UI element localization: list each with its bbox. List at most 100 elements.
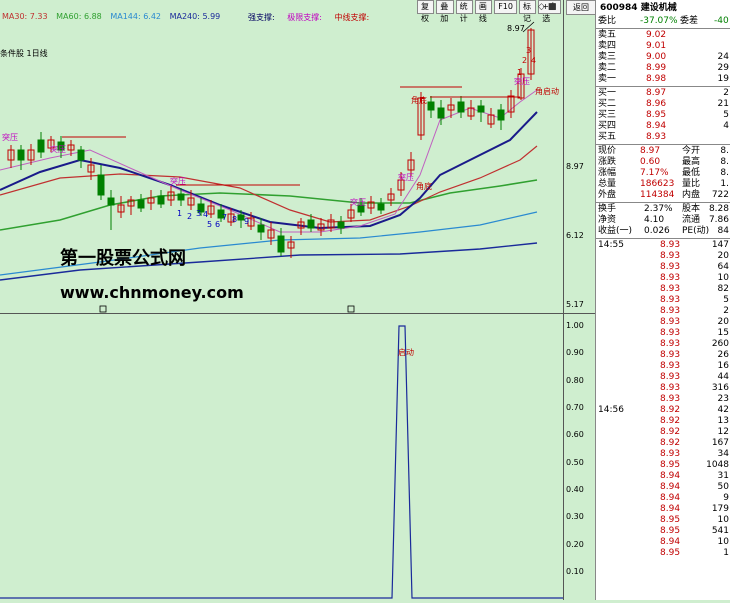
jiaodi-label-2: 角底 — [411, 96, 427, 105]
order-price: 8.95 — [646, 110, 667, 120]
indicator-start-label: 启动 — [398, 348, 414, 357]
order-label: 卖五 — [598, 30, 617, 40]
tick-volume: 20 — [717, 251, 729, 261]
stat-label-2: 内盘 — [682, 190, 701, 200]
divider — [596, 238, 730, 239]
stat-label-2: 股本 — [682, 204, 701, 214]
tick-row: 8.93 82 — [596, 284, 730, 295]
stat-value-2: 8. — [720, 157, 729, 167]
stat-value: 8.97 — [640, 146, 661, 156]
ma30-label: MA30: 7.33 — [2, 12, 48, 21]
stat-label: 现价 — [598, 146, 617, 156]
tick-row: 8.95 10 — [596, 515, 730, 526]
tick-volume: 13 — [717, 416, 729, 426]
tick-volume: 1 — [723, 548, 729, 558]
order-label: 卖一 — [598, 74, 617, 84]
stat-row: 涨跌 0.60 最高 8. — [596, 157, 730, 168]
tick-row: 8.93 15 — [596, 328, 730, 339]
order-price: 9.02 — [646, 30, 667, 40]
toolbar-draw-button[interactable]: 画线 — [474, 0, 493, 23]
tick-row: 8.94 31 — [596, 471, 730, 482]
tick-row: 8.93 260 — [596, 339, 730, 350]
tick-list[interactable]: 14:55 8.93 147 8.93 20 8.93 64 8.93 10 8.93 82 8.93… — [596, 240, 730, 559]
order-volume: 2 — [723, 88, 729, 98]
tick-row: 8.92 167 — [596, 438, 730, 449]
quote-panel: 返回 600984 建设机械 委比 -37.07% 委差 -40 卖五 9.02 卖… — [566, 0, 730, 600]
candle-body — [157, 195, 165, 205]
condition-label: 条件股 1日线 — [0, 49, 48, 58]
stat-value-2: 722 — [711, 190, 729, 200]
tick-row: 8.95 1 — [596, 548, 730, 559]
tick-volume: 82 — [717, 284, 729, 294]
tick-row: 8.93 316 — [596, 383, 730, 394]
order-price: 8.93 — [646, 132, 667, 142]
stat2-row: 换手 2.37% 股本 8.28 — [596, 204, 730, 215]
chart-controls[interactable]: ◇ ■ — [538, 2, 556, 12]
tupo-label-5: 突压 — [398, 173, 414, 182]
tick-volume: 10 — [717, 515, 729, 525]
order-label: 买三 — [598, 110, 617, 120]
buy-row: 买五 8.93 — [596, 132, 730, 143]
tick-time: 14:56 — [598, 405, 624, 415]
candle-body — [477, 105, 485, 113]
stat-value-2: 8.28 — [708, 204, 729, 214]
tick-row: 8.94 10 — [596, 537, 730, 548]
tick-price: 8.93 — [660, 339, 681, 349]
stat-label-2: PE(动) — [682, 226, 710, 236]
stock-code: 600984 — [600, 3, 638, 13]
divider — [596, 202, 730, 203]
seq-6: 6 — [215, 220, 221, 229]
stat-value-2: 7.86 — [708, 215, 729, 225]
tick-price: 8.94 — [660, 504, 681, 514]
order-price: 8.99 — [646, 63, 667, 73]
kline-chart[interactable]: MA30: 7.33 MA60: 6.88 MA144: 6.42 MA240:… — [0, 0, 563, 313]
toolbar-mark-button[interactable]: 标记 — [518, 0, 537, 23]
seq-9: 9 — [244, 217, 250, 226]
stat-value-2: 8. — [720, 168, 729, 178]
candle-body — [277, 235, 285, 253]
order-label: 买二 — [598, 99, 617, 109]
stat-label: 换手 — [598, 204, 617, 214]
tick-volume: 16 — [717, 361, 729, 371]
tick-row: 8.93 16 — [596, 361, 730, 372]
candle-body — [377, 203, 385, 211]
tick-price: 8.94 — [660, 482, 681, 492]
support-legend: 强支撑: 极限支撑: 中线支撑: — [248, 12, 379, 23]
seq2-3: 3 — [526, 46, 532, 55]
toolbar-overlay-button[interactable]: 叠加 — [436, 0, 454, 23]
stat-value-2: 84 — [717, 226, 729, 236]
back-button[interactable]: 返回 — [566, 0, 596, 15]
peak-price-label: 8.97 — [507, 24, 525, 33]
stat-value: 0.026 — [644, 226, 670, 236]
tick-row: 8.93 26 — [596, 350, 730, 361]
toolbar-f10-button[interactable]: F10 — [494, 0, 517, 14]
seq2-2: 2 — [522, 56, 528, 65]
order-price: 8.97 — [646, 88, 667, 98]
indicator-chart[interactable]: 启动 — [0, 314, 563, 600]
tick-price: 8.92 — [660, 405, 681, 415]
tick-price: 8.93 — [660, 240, 681, 250]
tick-time: 14:55 — [598, 240, 624, 250]
tick-volume: 167 — [711, 438, 729, 448]
tupo-label-2: 突压 — [50, 145, 66, 154]
tick-row: 8.93 2 — [596, 306, 730, 317]
seq-2: 2 — [187, 212, 193, 221]
candle-body — [77, 149, 85, 161]
toolbar-fuquan-button[interactable]: 复权 — [417, 0, 435, 23]
jiaoqidong-label: 角启动 — [535, 87, 559, 96]
tick-volume: 260 — [711, 339, 729, 349]
tick-row: 8.94 9 — [596, 493, 730, 504]
tick-row: 14:56 8.92 42 — [596, 405, 730, 416]
stat-label-2: 流通 — [682, 215, 701, 225]
tick-price: 8.94 — [660, 537, 681, 547]
stat-value: 186623 — [640, 179, 675, 189]
buy-row: 买二 8.96 21 — [596, 99, 730, 110]
indicator-scale: 1.00 0.90 0.80 0.70 0.60 0.50 0.40 0.30 … — [563, 314, 594, 600]
ma-legend: MA30: 7.33 MA60: 6.88 MA144: 6.42 MA240:… — [2, 12, 226, 21]
stat-label-2: 最低 — [682, 168, 701, 178]
seq-5: 5 — [207, 220, 213, 229]
stat-label: 净资 — [598, 215, 617, 225]
order-label: 卖三 — [598, 52, 617, 62]
toolbar-stats-button[interactable]: 统计 — [455, 0, 473, 23]
stat2-row: 收益(一) 0.026 PE(动) 84 — [596, 226, 730, 237]
